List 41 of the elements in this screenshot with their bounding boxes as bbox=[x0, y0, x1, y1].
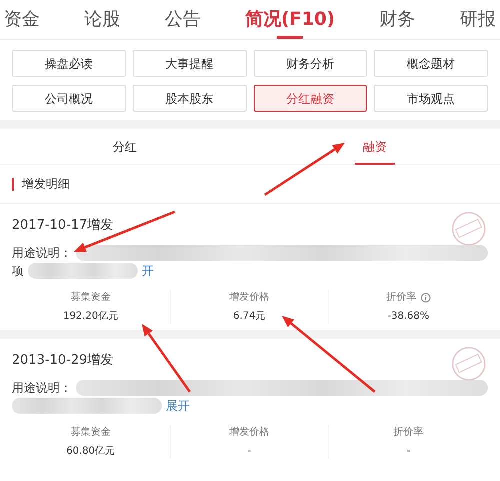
section-button[interactable]: 分红融资 bbox=[254, 85, 368, 112]
stamp-icon bbox=[452, 347, 486, 381]
issue-date: 2013-10-29增发 bbox=[12, 352, 114, 370]
stat-value: 60.80亿元 bbox=[66, 445, 116, 459]
stat-value: - bbox=[246, 445, 252, 459]
stat-label: 折价率 bbox=[394, 426, 424, 440]
stat-value: 192.20亿元 bbox=[62, 310, 120, 324]
section-button[interactable]: 操盘必读 bbox=[12, 50, 126, 77]
expand-link[interactable]: 展开 bbox=[166, 397, 190, 415]
sub-tab[interactable]: 分红 bbox=[105, 129, 145, 165]
stat-label: 折价率 bbox=[386, 290, 417, 305]
section-button[interactable]: 财务分析 bbox=[254, 50, 368, 77]
stat-value: - bbox=[406, 445, 412, 459]
sub-tab[interactable]: 融资 bbox=[355, 129, 395, 165]
expand-link[interactable]: 开 bbox=[142, 262, 154, 280]
section-button[interactable]: 概念题材 bbox=[374, 50, 488, 77]
section-title: 增发明细 bbox=[22, 176, 70, 193]
tab[interactable]: 资金 bbox=[4, 0, 40, 39]
tab[interactable]: 财务 bbox=[380, 0, 416, 39]
purpose-text: 项 bbox=[12, 263, 24, 280]
purpose-label: 用途说明： bbox=[12, 380, 72, 397]
section-button[interactable]: 公司概况 bbox=[12, 85, 126, 112]
stat-label: 募集资金 bbox=[70, 426, 111, 440]
purpose-label: 用途说明： bbox=[12, 245, 72, 262]
stat-label: 增发价格 bbox=[229, 426, 270, 440]
stat-value: -38.68% bbox=[386, 310, 431, 324]
section-button[interactable]: 市场观点 bbox=[374, 85, 488, 112]
stat-label: 募集资金 bbox=[70, 290, 111, 305]
stat-value: 6.74元 bbox=[232, 310, 267, 324]
tab[interactable]: 研报 bbox=[460, 0, 496, 39]
tab[interactable]: 公告 bbox=[164, 0, 201, 39]
section-button[interactable]: 股本股东 bbox=[132, 85, 246, 112]
issue-date: 2017-10-17增发 bbox=[12, 217, 114, 235]
tab[interactable]: 简况(F10) bbox=[245, 0, 336, 39]
stat-label: 增发价格 bbox=[229, 290, 270, 305]
tab[interactable]: 论股 bbox=[84, 0, 120, 39]
annotation-arrow bbox=[142, 324, 192, 393]
info-icon bbox=[420, 292, 431, 302]
stamp-icon bbox=[452, 212, 486, 246]
section-marker bbox=[12, 178, 14, 190]
section-button[interactable]: 大事提醒 bbox=[132, 50, 246, 77]
